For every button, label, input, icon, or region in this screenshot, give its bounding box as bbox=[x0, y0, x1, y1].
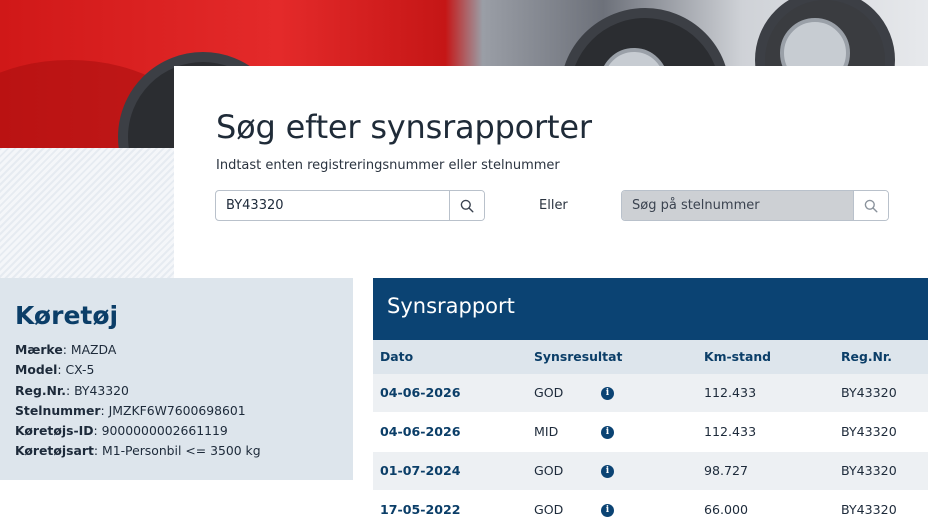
inspection-report: Synsrapport Dato Synsresultat Km-stand R… bbox=[373, 278, 928, 522]
table-row[interactable]: 01-07-2024 GOD i 98.727 BY43320 bbox=[373, 452, 928, 491]
vehicle-field: Model: CX-5 bbox=[15, 362, 95, 378]
column-header-date: Dato bbox=[380, 349, 414, 364]
info-icon[interactable]: i bbox=[601, 503, 614, 517]
or-label: Eller bbox=[539, 198, 568, 213]
vehicle-panel: Køretøj Mærke: MAZDA Model: CX-5 Reg.Nr.… bbox=[0, 278, 353, 480]
cell-km: 112.433 bbox=[704, 385, 757, 400]
cell-result: MID bbox=[534, 424, 559, 439]
cell-date: 04-06-2026 bbox=[380, 424, 461, 439]
cell-km: 98.727 bbox=[704, 463, 749, 478]
cell-km: 66.000 bbox=[704, 502, 749, 517]
cell-result: GOD bbox=[534, 463, 564, 478]
cell-reg: BY43320 bbox=[841, 463, 897, 478]
vehicle-details: Mærke: MAZDA Model: CX-5 Reg.Nr.: BY4332… bbox=[15, 340, 261, 462]
reg-search: BY43320 bbox=[215, 190, 485, 221]
cell-km: 112.433 bbox=[704, 424, 757, 439]
cell-date: 17-05-2022 bbox=[380, 502, 461, 517]
table-row[interactable]: 04-06-2026 GOD i 112.433 BY43320 bbox=[373, 374, 928, 413]
decorative-pattern bbox=[0, 148, 174, 278]
vehicle-field: Køretøjsart: M1-Personbil <= 3500 kg bbox=[15, 443, 261, 459]
cell-date: 04-06-2026 bbox=[380, 385, 461, 400]
vehicle-field: Stelnummer: JMZKF6W7600698601 bbox=[15, 402, 246, 418]
table-row[interactable]: 17-05-2022 GOD i 66.000 BY43320 bbox=[373, 491, 928, 522]
column-header-km: Km-stand bbox=[704, 349, 772, 364]
cell-reg: BY43320 bbox=[841, 385, 897, 400]
cell-reg: BY43320 bbox=[841, 502, 897, 517]
vin-search: Søg på stelnummer bbox=[621, 190, 889, 221]
info-icon[interactable]: i bbox=[601, 425, 614, 439]
info-icon[interactable]: i bbox=[601, 386, 614, 400]
vin-search-button[interactable] bbox=[853, 191, 888, 220]
report-heading: Synsrapport bbox=[373, 278, 928, 340]
page-subtitle: Indtast enten registreringsnummer eller … bbox=[216, 158, 560, 173]
cell-date: 01-07-2024 bbox=[380, 463, 461, 478]
reg-number-input[interactable]: BY43320 bbox=[216, 191, 449, 220]
page-title: Søg efter synsrapporter bbox=[216, 108, 592, 146]
info-icon[interactable]: i bbox=[601, 464, 614, 478]
table-row[interactable]: 04-06-2026 MID i 112.433 BY43320 bbox=[373, 413, 928, 452]
vin-input[interactable]: Søg på stelnummer bbox=[622, 191, 853, 220]
column-header-reg: Reg.Nr. bbox=[841, 349, 892, 364]
cell-result: GOD bbox=[534, 502, 564, 517]
vehicle-field: Reg.Nr.: BY43320 bbox=[15, 382, 129, 398]
search-icon bbox=[460, 199, 474, 213]
vehicle-heading: Køretøj bbox=[15, 301, 119, 330]
vehicle-field: Mærke: MAZDA bbox=[15, 342, 117, 357]
reg-search-button[interactable] bbox=[449, 191, 484, 220]
search-icon bbox=[864, 199, 878, 213]
cell-result: GOD bbox=[534, 385, 564, 400]
cell-reg: BY43320 bbox=[841, 424, 897, 439]
table-header: Dato Synsresultat Km-stand Reg.Nr. bbox=[373, 340, 928, 374]
column-header-result: Synsresultat bbox=[534, 349, 623, 364]
vehicle-field: Køretøjs-ID: 9000000002661119 bbox=[15, 423, 228, 439]
